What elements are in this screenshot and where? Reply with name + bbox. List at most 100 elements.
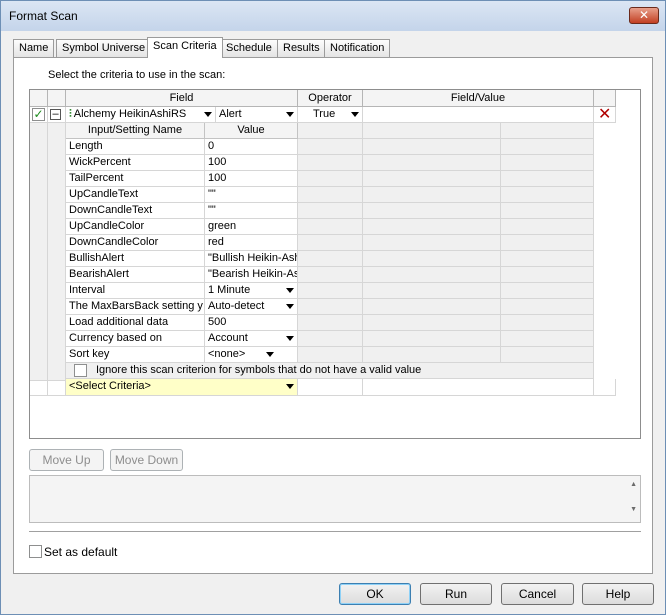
input-value[interactable]: 1 Minute — [205, 283, 298, 299]
inputs-filler — [363, 123, 501, 139]
close-icon: ✕ — [638, 8, 650, 22]
input-filler — [501, 187, 594, 203]
input-filler — [298, 267, 363, 283]
input-value[interactable]: "Bullish Heikin-Ash — [205, 251, 298, 267]
input-filler — [501, 235, 594, 251]
input-filler — [298, 187, 363, 203]
input-name-text: BullishAlert — [69, 252, 125, 264]
input-value[interactable]: green — [205, 219, 298, 235]
input-name: Currency based on — [66, 331, 205, 347]
criterion-field-value-cell[interactable] — [363, 107, 594, 123]
help-button[interactable]: Help — [582, 583, 654, 605]
tab-name[interactable]: Name — [13, 39, 55, 57]
criterion-delete-cell: ✕ — [594, 107, 616, 123]
input-value-text: 100 — [208, 156, 227, 168]
input-name: Length — [66, 139, 205, 155]
run-button[interactable]: Run — [420, 583, 492, 605]
input-value[interactable]: <none> — [205, 347, 298, 363]
tab-notification[interactable]: Notification — [324, 39, 391, 57]
move-up-button[interactable]: Move Up — [29, 449, 104, 471]
input-name: DownCandleColor — [66, 235, 205, 251]
criterion-field-cell[interactable]: ⫶ Alchemy HeikinAshiRS — [66, 107, 216, 123]
header-field-value: Field/Value — [363, 90, 594, 107]
input-filler — [501, 171, 594, 187]
input-value[interactable]: red — [205, 235, 298, 251]
inputs-filler — [298, 123, 363, 139]
cancel-button[interactable]: Cancel — [501, 583, 574, 605]
move-down-button[interactable]: Move Down — [110, 449, 183, 471]
input-filler — [298, 331, 363, 347]
input-filler — [363, 203, 501, 219]
input-value[interactable]: 500 — [205, 315, 298, 331]
checkmark-icon: ✓ — [33, 107, 44, 121]
input-name-text: Load additional data — [69, 316, 169, 328]
chevron-down-icon — [286, 288, 294, 293]
collapse-icon[interactable]: – — [50, 109, 61, 120]
header-check-col — [30, 90, 48, 107]
chevron-down-icon — [286, 384, 294, 389]
input-filler — [298, 219, 363, 235]
input-value-text: 1 Minute — [208, 284, 251, 296]
input-filler — [298, 283, 363, 299]
input-filler — [363, 155, 501, 171]
input-value[interactable]: "Bearish Heikin-As — [205, 267, 298, 283]
inputs-header-name: Input/Setting Name — [66, 123, 205, 139]
new-row-delete-cell — [594, 379, 616, 396]
scroll-down-icon[interactable]: ▼ — [630, 506, 637, 513]
indicator-icon: ⫶ — [69, 108, 72, 120]
select-criteria-dropdown[interactable]: <Select Criteria> — [66, 379, 298, 396]
input-filler — [363, 267, 501, 283]
input-name-text: Interval — [69, 284, 106, 296]
input-value[interactable]: 100 — [205, 171, 298, 187]
input-value[interactable]: "" — [205, 187, 298, 203]
input-value[interactable]: 100 — [205, 155, 298, 171]
input-value-text: <none> — [208, 348, 246, 360]
ok-button[interactable]: OK — [339, 583, 411, 605]
input-filler — [363, 283, 501, 299]
format-scan-dialog: Format Scan ✕ Name Symbol Universe Scan … — [0, 0, 666, 615]
instruction-text: Select the criteria to use in the scan: — [48, 69, 226, 81]
new-row-value-cell — [363, 379, 594, 396]
criterion-field-name: Alchemy HeikinAshiRS — [73, 108, 187, 120]
input-filler — [298, 155, 363, 171]
input-value-text: "" — [208, 188, 216, 200]
input-name-text: UpCandleColor — [69, 220, 145, 232]
chevron-down-icon — [286, 304, 294, 309]
input-name: The MaxBarsBack setting y — [66, 299, 205, 315]
input-name-text: UpCandleText — [69, 188, 139, 200]
input-name-text: TailPercent — [69, 172, 124, 184]
tab-schedule[interactable]: Schedule — [220, 39, 278, 57]
input-filler — [363, 187, 501, 203]
delete-criterion-icon[interactable]: ✕ — [598, 107, 611, 122]
criterion-enabled-checkbox[interactable]: ✓ — [32, 108, 45, 121]
new-row-expand-cell — [48, 379, 66, 396]
chevron-down-icon — [204, 112, 212, 117]
input-filler — [501, 331, 594, 347]
nested-spacer-check — [30, 123, 48, 381]
title-bar: Format Scan ✕ — [1, 1, 665, 31]
input-value-text: "" — [208, 204, 216, 216]
set-as-default-checkbox[interactable] — [29, 545, 42, 558]
close-window-button[interactable]: ✕ — [629, 7, 659, 24]
input-name: WickPercent — [66, 155, 205, 171]
tab-symbol-universe[interactable]: Symbol Universe — [56, 39, 152, 57]
input-value[interactable]: Auto-detect — [205, 299, 298, 315]
ignore-invalid-checkbox[interactable] — [74, 364, 87, 377]
input-name: BearishAlert — [66, 267, 205, 283]
input-filler — [363, 331, 501, 347]
tab-scan-criteria[interactable]: Scan Criteria — [147, 37, 223, 58]
input-filler — [363, 235, 501, 251]
input-value[interactable]: Account — [205, 331, 298, 347]
scroll-up-icon[interactable]: ▲ — [630, 481, 637, 488]
divider — [29, 531, 641, 532]
criterion-plot-select[interactable]: Alert — [216, 107, 298, 123]
input-value[interactable]: "" — [205, 203, 298, 219]
input-filler — [298, 139, 363, 155]
header-expand-col — [48, 90, 66, 107]
input-filler — [501, 139, 594, 155]
input-value[interactable]: 0 — [205, 139, 298, 155]
criterion-operator-select[interactable]: True — [298, 107, 363, 123]
input-name-text: The MaxBarsBack setting y — [69, 300, 203, 312]
tab-results[interactable]: Results — [277, 39, 326, 57]
chevron-down-icon — [266, 352, 274, 357]
